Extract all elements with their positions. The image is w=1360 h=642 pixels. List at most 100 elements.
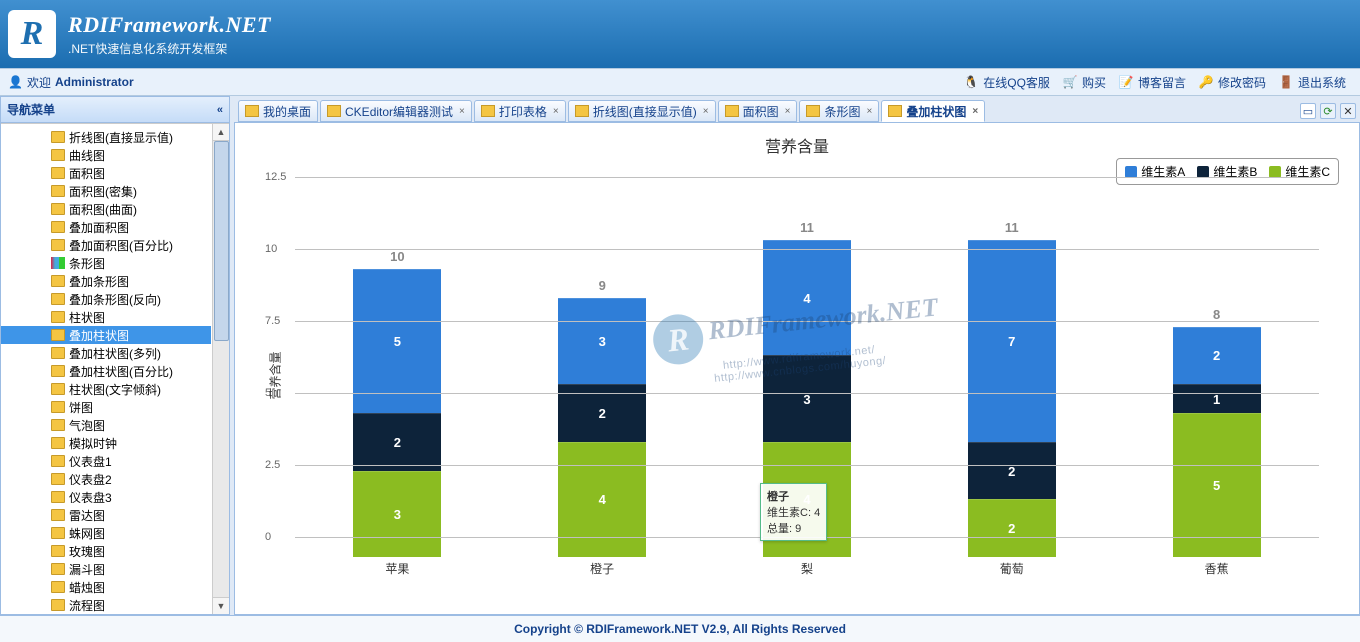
nav-item[interactable]: 面积图 bbox=[1, 164, 211, 182]
folder-icon bbox=[51, 563, 65, 575]
bar-segment[interactable]: 5 bbox=[1173, 413, 1261, 557]
folder-icon bbox=[51, 329, 65, 341]
tab-tool-refresh[interactable]: ⟳ bbox=[1320, 103, 1336, 119]
nav-item[interactable]: 面积图(密集) bbox=[1, 182, 211, 200]
welcome-user: Administrator bbox=[55, 75, 134, 89]
app-header: R RDIFramework.NET .NET快速信息化系统开发框架 bbox=[0, 0, 1360, 68]
brand-subtitle: .NET快速信息化系统开发框架 bbox=[68, 40, 271, 57]
bar-segment[interactable]: 4 bbox=[763, 240, 851, 355]
nav-item[interactable]: 柱状图 bbox=[1, 308, 211, 326]
nav-item[interactable]: 叠加面积图(百分比) bbox=[1, 236, 211, 254]
user-icon: 👤 bbox=[8, 75, 23, 89]
bar-segment[interactable]: 7 bbox=[968, 240, 1056, 442]
folder-icon bbox=[51, 455, 65, 467]
chart-tooltip: 橙子 维生素C: 4 总量: 9 bbox=[760, 483, 827, 541]
folder-icon bbox=[51, 221, 65, 233]
blog-link[interactable]: 📝博客留言 bbox=[1112, 74, 1192, 91]
qq-link[interactable]: 🐧在线QQ客服 bbox=[957, 74, 1056, 91]
close-icon[interactable]: × bbox=[864, 106, 872, 117]
nav-item[interactable]: 叠加条形图 bbox=[1, 272, 211, 290]
nav-item[interactable]: 饼图 bbox=[1, 398, 211, 416]
bar-segment[interactable]: 5 bbox=[353, 269, 441, 413]
y-tick: 0 bbox=[265, 531, 271, 543]
top-toolbar: 👤 欢迎 Administrator 🐧在线QQ客服 🛒购买 📝博客留言 🔑修改… bbox=[0, 68, 1360, 96]
tab[interactable]: CKEditor编辑器测试× bbox=[320, 100, 472, 122]
tab-bar: 我的桌面CKEditor编辑器测试×打印表格×折线图(直接显示值)×面积图×条形… bbox=[234, 96, 1360, 122]
close-icon[interactable]: × bbox=[701, 106, 709, 117]
folder-icon bbox=[51, 365, 65, 377]
nav-item[interactable]: 叠加柱状图(百分比) bbox=[1, 362, 211, 380]
tab[interactable]: 条形图× bbox=[799, 100, 879, 122]
tab[interactable]: 折线图(直接显示值)× bbox=[568, 100, 716, 122]
tab-tool-new[interactable]: ▭ bbox=[1300, 103, 1316, 119]
scroll-up-icon[interactable]: ▲ bbox=[213, 124, 229, 141]
exit-link[interactable]: 🚪退出系统 bbox=[1272, 74, 1352, 91]
tab[interactable]: 打印表格× bbox=[474, 100, 566, 122]
nav-item[interactable]: 叠加面积图 bbox=[1, 218, 211, 236]
close-icon[interactable]: × bbox=[783, 106, 791, 117]
folder-icon bbox=[51, 509, 65, 521]
nav-item[interactable]: 叠加柱状图 bbox=[1, 326, 211, 344]
nav-item[interactable]: 模拟时钟 bbox=[1, 434, 211, 452]
bar-segment[interactable]: 2 bbox=[968, 442, 1056, 500]
nav-item[interactable]: 漏斗图 bbox=[1, 560, 211, 578]
bar-segment[interactable]: 3 bbox=[558, 298, 646, 384]
scroll-thumb[interactable] bbox=[214, 141, 229, 341]
nav-item[interactable]: 仪表盘1 bbox=[1, 452, 211, 470]
nav-item[interactable]: 气泡图 bbox=[1, 416, 211, 434]
tab[interactable]: 面积图× bbox=[718, 100, 798, 122]
bar-segment[interactable]: 2 bbox=[968, 499, 1056, 557]
folder-icon bbox=[51, 599, 65, 611]
bar-segment[interactable]: 2 bbox=[1173, 327, 1261, 385]
bar-segment[interactable]: 2 bbox=[353, 413, 441, 471]
bar-segment[interactable]: 4 bbox=[558, 442, 646, 557]
y-tick: 7.5 bbox=[265, 315, 280, 327]
chart-panel: 营养含量 维生素A维生素B维生素C 营养含量 10523苹果9324橙子1143… bbox=[234, 122, 1360, 615]
nav-item[interactable]: 柱状图(文字倾斜) bbox=[1, 380, 211, 398]
qq-icon: 🐧 bbox=[963, 74, 979, 90]
nav-item[interactable]: 曲线图 bbox=[1, 146, 211, 164]
x-label: 葡萄 bbox=[968, 560, 1056, 577]
bar-segment[interactable]: 3 bbox=[353, 471, 441, 557]
nav-item[interactable]: 雷达图 bbox=[1, 506, 211, 524]
collapse-icon[interactable]: « bbox=[217, 104, 223, 116]
folder-icon bbox=[51, 347, 65, 359]
tab-icon bbox=[806, 105, 820, 117]
buy-link[interactable]: 🛒购买 bbox=[1056, 74, 1112, 91]
scrollbar[interactable]: ▲ ▼ bbox=[212, 124, 229, 614]
bar-segment[interactable]: 3 bbox=[763, 355, 851, 441]
nav-item[interactable]: 折线图(直接显示值) bbox=[1, 128, 211, 146]
close-icon[interactable]: × bbox=[970, 106, 978, 117]
bar-segment[interactable]: 1 bbox=[1173, 384, 1261, 413]
nav-item[interactable]: 条形图 bbox=[1, 254, 211, 272]
nav-item[interactable]: 蜡烛图 bbox=[1, 578, 211, 596]
scroll-down-icon[interactable]: ▼ bbox=[213, 597, 229, 614]
nav-item[interactable]: 玫瑰图 bbox=[1, 542, 211, 560]
nav-item[interactable]: 叠加柱状图(多列) bbox=[1, 344, 211, 362]
key-icon: 🔑 bbox=[1198, 74, 1214, 90]
nav-item[interactable]: 面积图(曲面) bbox=[1, 200, 211, 218]
footer: Copyright © RDIFramework.NET V2.9, All R… bbox=[0, 615, 1360, 642]
bar[interactable]: 8215香蕉 bbox=[1173, 327, 1261, 557]
tab[interactable]: 叠加柱状图× bbox=[881, 100, 985, 122]
nav-item[interactable]: 仪表盘2 bbox=[1, 470, 211, 488]
nav-item[interactable]: 流程图 bbox=[1, 596, 211, 614]
tab-tool-close[interactable]: ✕ bbox=[1340, 103, 1356, 119]
folder-icon bbox=[51, 491, 65, 503]
tab[interactable]: 我的桌面 bbox=[238, 100, 318, 122]
tab-icon bbox=[481, 105, 495, 117]
bar[interactable]: 9324橙子 bbox=[558, 298, 646, 557]
close-icon[interactable]: × bbox=[457, 106, 465, 117]
close-icon[interactable]: × bbox=[551, 106, 559, 117]
nav-item[interactable]: 仪表盘3 bbox=[1, 488, 211, 506]
folder-icon bbox=[51, 581, 65, 593]
exit-icon: 🚪 bbox=[1278, 74, 1294, 90]
y-tick: 10 bbox=[265, 243, 277, 255]
nav-item[interactable]: 叠加条形图(反向) bbox=[1, 290, 211, 308]
blog-icon: 📝 bbox=[1118, 74, 1134, 90]
y-tick: 2.5 bbox=[265, 459, 280, 471]
bar[interactable]: 10523苹果 bbox=[353, 269, 441, 557]
nav-item[interactable]: 蛛网图 bbox=[1, 524, 211, 542]
pwd-link[interactable]: 🔑修改密码 bbox=[1192, 74, 1272, 91]
bar[interactable]: 11722葡萄 bbox=[968, 240, 1056, 557]
